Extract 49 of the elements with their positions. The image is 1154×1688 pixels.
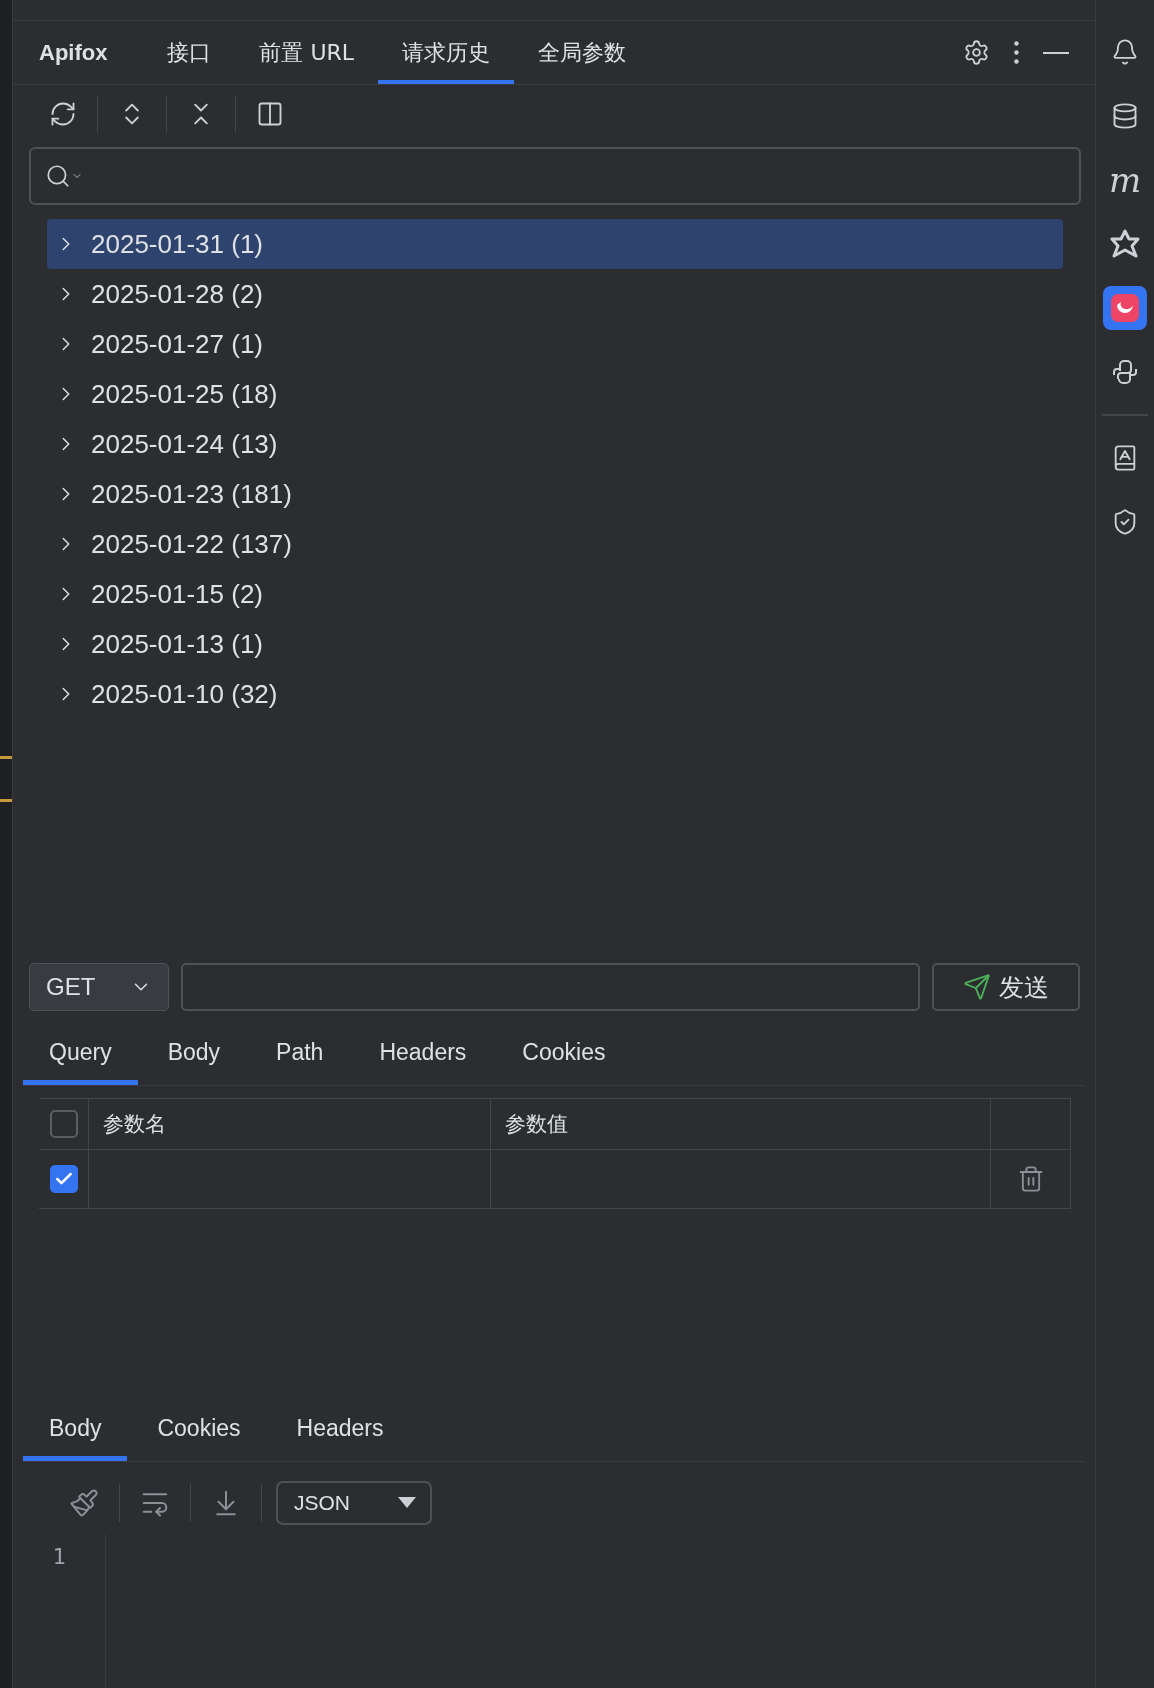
- format-select[interactable]: JSON: [276, 1481, 432, 1525]
- request-tab[interactable]: Body: [141, 1019, 247, 1085]
- request-tab[interactable]: Path: [250, 1019, 350, 1085]
- history-item[interactable]: 2025-01-10 (32): [47, 669, 1063, 719]
- history-item[interactable]: 2025-01-23 (181): [47, 469, 1063, 519]
- method-select[interactable]: GET: [29, 963, 169, 1011]
- star-icon: [1109, 228, 1141, 260]
- history-item[interactable]: 2025-01-22 (137): [47, 519, 1063, 569]
- columns-icon: [256, 100, 284, 128]
- panel-tab[interactable]: 全局参数: [514, 21, 651, 84]
- send-button[interactable]: 发送: [932, 963, 1080, 1011]
- search-field[interactable]: [29, 147, 1081, 205]
- database-icon: [1111, 102, 1139, 130]
- column-header: 参数名: [103, 1111, 166, 1138]
- url-input[interactable]: [181, 963, 920, 1011]
- history-item[interactable]: 2025-01-24 (13): [47, 419, 1063, 469]
- request-tab[interactable]: Headers: [353, 1019, 493, 1085]
- tool-window-button[interactable]: [1103, 286, 1147, 330]
- history-item[interactable]: 2025-01-15 (2): [47, 569, 1063, 619]
- brush-icon: [69, 1488, 99, 1518]
- line-number: 1: [52, 1544, 66, 1571]
- column-header: 参数值: [505, 1111, 568, 1138]
- bell-icon: [1111, 38, 1139, 66]
- history-item[interactable]: 2025-01-28 (2): [47, 269, 1063, 319]
- checkbox[interactable]: [49, 1165, 78, 1193]
- checkbox[interactable]: [49, 1110, 78, 1138]
- history-item[interactable]: 2025-01-25 (18): [47, 369, 1063, 419]
- send-icon: [963, 973, 991, 1001]
- app-icon: [1110, 293, 1140, 323]
- panel-tab[interactable]: 请求历史: [378, 21, 515, 84]
- table-cell[interactable]: [89, 1150, 491, 1209]
- more-icon: [1014, 41, 1019, 64]
- request-tab[interactable]: Query: [23, 1019, 138, 1085]
- history-item[interactable]: 2025-01-31 (1): [47, 219, 1063, 269]
- panel-tab[interactable]: 前置 URL: [235, 21, 379, 84]
- history-item[interactable]: 2025-01-27 (1): [47, 319, 1063, 369]
- search-icon: [45, 163, 71, 189]
- request-tab[interactable]: Cookies: [496, 1019, 632, 1085]
- history-item[interactable]: 2025-01-13 (1): [47, 619, 1063, 669]
- response-tab[interactable]: Body: [23, 1395, 128, 1461]
- table-cell[interactable]: [491, 1150, 991, 1209]
- refresh-icon: [49, 100, 77, 128]
- response-tab[interactable]: Headers: [270, 1395, 410, 1461]
- app-title: Apifox: [39, 39, 108, 66]
- settings-icon: [963, 39, 990, 66]
- caret-icon: [398, 1497, 416, 1509]
- response-tab[interactable]: Cookies: [131, 1395, 267, 1461]
- panel-tab[interactable]: 接口: [143, 21, 236, 84]
- minimize-icon: [1043, 51, 1069, 54]
